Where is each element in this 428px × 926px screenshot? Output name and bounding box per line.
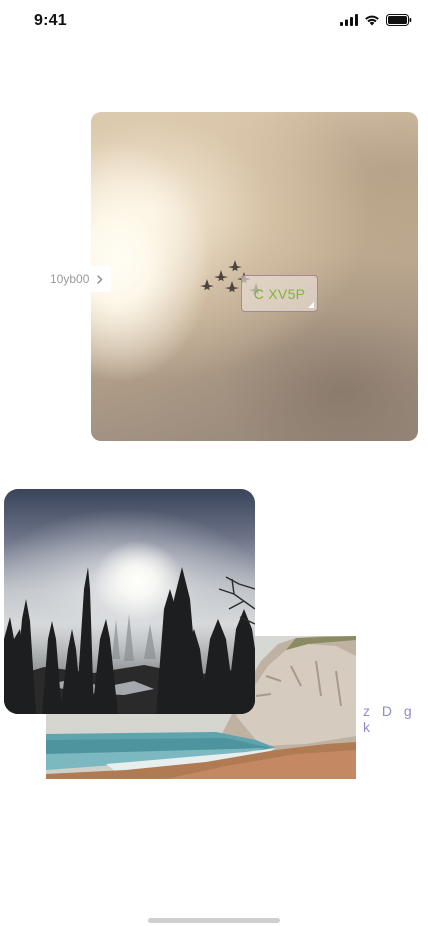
status-bar: 9:41 [0, 0, 428, 44]
hero-tag-text: C XV5P [253, 285, 306, 302]
status-icons [340, 14, 412, 26]
left-chip-label: 10yb00 [50, 272, 90, 286]
wifi-icon [365, 15, 379, 26]
status-time: 9:41 [34, 12, 67, 29]
screen: 9:41 C XV5P 10yb00 z D g k [0, 0, 428, 926]
chevron-right-icon [97, 274, 103, 284]
battery-icon [386, 14, 412, 26]
hero-tag[interactable]: C XV5P [241, 275, 318, 312]
forest-photo-card[interactable] [4, 489, 255, 714]
home-indicator[interactable] [148, 918, 280, 923]
hero-photo-card[interactable]: C XV5P [91, 112, 418, 441]
resize-corner-icon [308, 302, 314, 308]
left-chip[interactable]: 10yb00 [44, 266, 112, 292]
cellular-signal-icon [340, 14, 358, 26]
forest-scene [4, 567, 255, 714]
right-label: z D g k [363, 703, 416, 735]
